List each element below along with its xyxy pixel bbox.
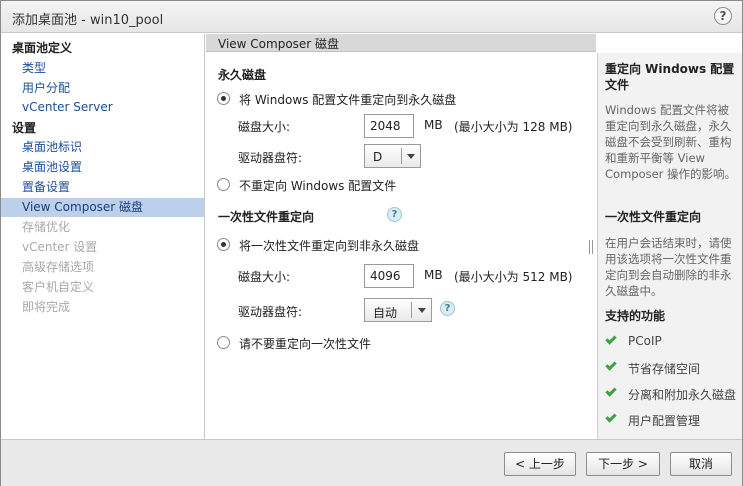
persistent-disk-title: 永久磁盘 <box>218 68 267 82</box>
chevron-down-icon <box>418 308 426 313</box>
sidebar-item-pool-settings[interactable]: 桌面池设置 <box>1 158 204 177</box>
disposable-disk-size-label: 磁盘大小: <box>238 270 291 284</box>
help-icon[interactable]: ? <box>714 7 732 25</box>
disposable-disk-size-input[interactable]: 4096 <box>364 264 414 288</box>
no-redirect-profile-radio[interactable] <box>217 178 230 191</box>
sidebar-item-vcenter-server[interactable]: vCenter Server <box>1 98 204 117</box>
persistent-drive-letter-value: D <box>373 150 383 164</box>
content-area: 永久磁盘 将 Windows 配置文件重定向到永久磁盘 磁盘大小: 2048 M… <box>206 53 596 439</box>
sidebar-item-type[interactable]: 类型 <box>1 59 204 78</box>
help-panel: 重定向 Windows 配置文件 Windows 配置文件将被重定向到永久磁盘，… <box>597 53 742 439</box>
redirect-profile-label: 将 Windows 配置文件重定向到永久磁盘 <box>239 93 457 107</box>
help-text-disposable: 在用户会话结束时，请使用该选项将一次性文件重定向到会自动删除的非永久磁盘中。 <box>605 236 732 298</box>
sidebar-item-pool-id[interactable]: 桌面池标识 <box>1 138 204 157</box>
feature-item: PCoIP <box>628 334 662 348</box>
disposable-file-title: 一次性文件重定向 <box>218 210 315 224</box>
help-title-redirect-profile: 重定向 Windows 配置文件 <box>605 62 735 92</box>
redirect-disposable-label: 将一次性文件重定向到非永久磁盘 <box>239 239 420 253</box>
sidebar-item-user-assignment[interactable]: 用户分配 <box>1 79 204 98</box>
page-title: View Composer 磁盘 <box>218 37 340 51</box>
sidebar-item-advanced-storage: 高级存储选项 <box>22 260 95 274</box>
splitter-grip[interactable] <box>589 240 593 254</box>
select-divider <box>411 302 412 318</box>
help-text-redirect-profile: Windows 配置文件将被重定向到永久磁盘，永久磁盘不会受到刷新、重构和重新平… <box>605 103 737 181</box>
no-redirect-profile-label: 不重定向 Windows 配置文件 <box>239 179 397 193</box>
help-title-features: 支持的功能 <box>605 309 666 323</box>
no-redirect-disposable-radio[interactable] <box>217 336 230 349</box>
disposable-drive-letter-label: 驱动器盘符: <box>238 305 303 319</box>
disposable-drive-letter-value: 自动 <box>373 306 398 320</box>
dialog-window: 添加桌面池 - win10_pool ? 桌面池定义 类型 用户分配 vCent… <box>0 0 743 486</box>
content-header: View Composer 磁盘 <box>206 34 596 52</box>
select-divider <box>401 148 402 164</box>
sidebar-item-storage-optimization: 存储优化 <box>22 220 71 234</box>
no-redirect-disposable-label: 请不要重定向一次性文件 <box>239 337 372 351</box>
sidebar-item-view-composer-disks[interactable]: View Composer 磁盘 <box>1 198 204 217</box>
redirect-disposable-radio[interactable] <box>217 238 230 251</box>
persistent-drive-letter-select[interactable]: D <box>364 144 421 168</box>
sidebar-item-guest-customization: 客户机自定义 <box>22 280 95 294</box>
sidebar-item-provisioning[interactable]: 置备设置 <box>1 178 204 197</box>
disposable-disk-size-min: (最小大小为 512 MB) <box>454 270 573 284</box>
chevron-down-icon <box>407 154 415 159</box>
feature-item: 分离和附加永久磁盘 <box>628 388 737 402</box>
check-icon <box>605 411 617 423</box>
title-bar: 添加桌面池 - win10_pool ? <box>1 1 742 33</box>
disposable-drive-letter-select[interactable]: 自动 <box>364 298 432 322</box>
sidebar-item-vcenter-settings: vCenter 设置 <box>22 240 98 254</box>
check-icon <box>605 359 617 371</box>
check-icon <box>605 333 617 345</box>
persistent-disk-size-input[interactable]: 2048 <box>364 114 414 138</box>
wizard-footer: < 上一步 下一步 > 取消 <box>1 439 742 486</box>
sidebar-group-settings: 设置 <box>12 121 37 135</box>
window-title: 添加桌面池 - win10_pool <box>12 13 164 28</box>
persistent-disk-size-unit: MB <box>424 118 443 132</box>
check-icon <box>605 385 617 397</box>
persistent-disk-size-min: (最小大小为 128 MB) <box>454 120 573 134</box>
back-button[interactable]: < 上一步 <box>504 452 576 476</box>
feature-item: 用户配置管理 <box>628 414 701 428</box>
next-button[interactable]: 下一步 > <box>586 452 660 476</box>
help-question-icon[interactable]: ? <box>440 301 455 316</box>
persistent-disk-size-label: 磁盘大小: <box>238 120 291 134</box>
wizard-sidebar: 桌面池定义 类型 用户分配 vCenter Server 设置 桌面池标识 桌面… <box>1 34 205 439</box>
help-title-disposable: 一次性文件重定向 <box>605 210 702 224</box>
redirect-profile-radio[interactable] <box>217 92 230 105</box>
disposable-disk-size-unit: MB <box>424 268 443 282</box>
sidebar-item-ready-to-complete: 即将完成 <box>22 300 71 314</box>
feature-item: 节省存储空间 <box>628 362 701 376</box>
persistent-drive-letter-label: 驱动器盘符: <box>238 151 303 165</box>
cancel-button[interactable]: 取消 <box>670 452 732 476</box>
sidebar-group-pool-definition: 桌面池定义 <box>12 41 73 55</box>
help-question-icon[interactable]: ? <box>387 207 402 222</box>
